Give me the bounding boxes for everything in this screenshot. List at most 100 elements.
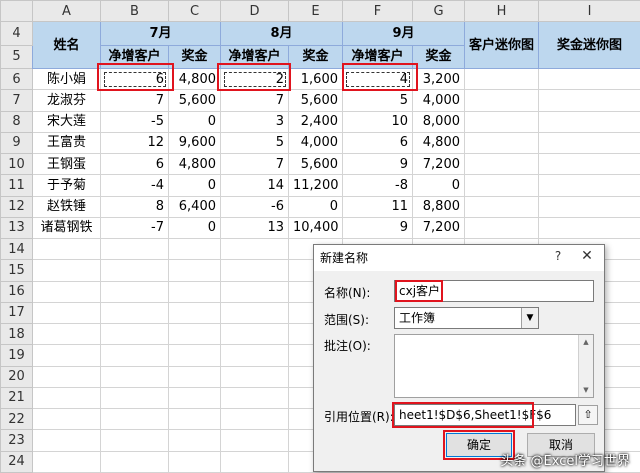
sparkline-cell[interactable] [538,216,640,240]
value-cell[interactable]: -4 [100,174,169,197]
value-cell[interactable]: -5 [100,110,169,133]
row-header[interactable]: 20 [0,365,33,388]
month-header[interactable]: 9月 [342,21,465,46]
value-cell[interactable]: 6 [100,67,169,91]
scope-select[interactable]: 工作簿 ▼ [394,307,539,329]
value-cell[interactable]: 7,200 [412,152,465,176]
value-cell[interactable]: 8 [100,195,169,218]
employee-name-cell[interactable]: 龙淑芬 [32,89,101,112]
value-cell[interactable]: 8,000 [412,110,465,133]
empty-cell[interactable] [220,344,289,367]
bonus-header[interactable]: 奖金 [288,44,343,70]
net-customer-header[interactable]: 净增客户 [220,44,289,70]
month-header[interactable]: 7月 [100,21,221,46]
row-header[interactable]: 6 [0,67,33,91]
value-cell[interactable]: 0 [168,174,221,197]
name-input[interactable]: cxj客户 [394,280,594,302]
value-cell[interactable]: 7 [100,89,169,112]
sparkline-cell[interactable] [538,67,640,91]
value-cell[interactable]: 0 [288,195,343,218]
row-header[interactable]: 24 [0,450,33,473]
chevron-down-icon[interactable]: ▼ [521,308,538,328]
sparkline-cell[interactable] [538,110,640,133]
row-header[interactable]: 16 [0,280,33,303]
row-header[interactable]: 8 [0,110,33,133]
row-header[interactable]: 14 [0,237,33,261]
row-header[interactable]: 15 [0,259,33,282]
empty-cell[interactable] [168,407,221,431]
empty-cell[interactable] [100,322,169,346]
empty-cell[interactable] [220,259,289,282]
month-header[interactable]: 8月 [220,21,343,46]
comment-textarea[interactable]: ▲ ▼ [394,334,594,398]
select-all-corner[interactable] [0,0,33,23]
sparkline-cell[interactable] [464,174,539,197]
empty-cell[interactable] [168,386,221,410]
column-header-A[interactable]: A [32,0,101,23]
column-header-F[interactable]: F [342,0,413,23]
value-cell[interactable]: 6,400 [168,195,221,218]
scroll-up-icon[interactable]: ▲ [579,335,593,349]
empty-cell[interactable] [220,450,289,473]
sparkline-cell[interactable] [464,67,539,91]
column-header-H[interactable]: H [464,0,539,23]
value-cell[interactable]: 7,200 [412,216,465,240]
row-header[interactable]: 19 [0,344,33,367]
value-cell[interactable]: 4,800 [168,67,221,91]
value-cell[interactable]: 11,200 [288,174,343,197]
value-cell[interactable]: 5,600 [168,89,221,112]
empty-cell[interactable] [100,365,169,388]
sparkline-bonus-header[interactable]: 奖金迷你图 [538,21,640,69]
empty-cell[interactable] [168,259,221,282]
value-cell[interactable]: 0 [412,174,465,197]
row-header[interactable]: 5 [0,44,33,70]
value-cell[interactable]: 8,800 [412,195,465,218]
empty-cell[interactable] [168,322,221,346]
value-cell[interactable]: 4 [342,67,413,91]
name-header[interactable]: 姓名 [32,21,101,69]
column-header-D[interactable]: D [220,0,289,23]
sparkline-cell[interactable] [464,216,539,240]
value-cell[interactable]: 3,200 [412,67,465,91]
comment-scrollbar[interactable]: ▲ ▼ [578,335,593,397]
value-cell[interactable]: 7 [220,89,289,112]
empty-cell[interactable] [220,429,289,452]
value-cell[interactable]: 9,600 [168,131,221,155]
empty-cell[interactable] [168,429,221,452]
empty-cell[interactable] [32,450,101,473]
value-cell[interactable]: 7 [220,152,289,176]
value-cell[interactable]: 13 [220,216,289,240]
row-header[interactable]: 22 [0,407,33,431]
row-header[interactable]: 11 [0,174,33,197]
row-header[interactable]: 4 [0,21,33,46]
empty-cell[interactable] [32,429,101,452]
row-header[interactable]: 9 [0,131,33,155]
empty-cell[interactable] [32,386,101,410]
employee-name-cell[interactable]: 赵铁锤 [32,195,101,218]
sparkline-cell[interactable] [464,131,539,155]
sparkline-cell[interactable] [464,152,539,176]
empty-cell[interactable] [220,237,289,261]
employee-name-cell[interactable]: 王富贵 [32,131,101,155]
value-cell[interactable]: 4,800 [168,152,221,176]
sparkline-cell[interactable] [538,195,640,218]
value-cell[interactable]: 9 [342,216,413,240]
empty-cell[interactable] [220,322,289,346]
value-cell[interactable]: 12 [100,131,169,155]
empty-cell[interactable] [32,365,101,388]
sparkline-cell[interactable] [538,174,640,197]
empty-cell[interactable] [168,237,221,261]
column-header-G[interactable]: G [412,0,465,23]
empty-cell[interactable] [100,429,169,452]
empty-cell[interactable] [32,237,101,261]
column-header-C[interactable]: C [168,0,221,23]
value-cell[interactable]: 2,400 [288,110,343,133]
close-icon[interactable]: ✕ [578,248,596,264]
value-cell[interactable]: 4,000 [288,131,343,155]
sparkline-customer-header[interactable]: 客户迷你图 [464,21,539,69]
empty-cell[interactable] [168,280,221,303]
value-cell[interactable]: 1,600 [288,67,343,91]
empty-cell[interactable] [220,386,289,410]
row-header[interactable]: 7 [0,89,33,112]
row-header[interactable]: 10 [0,152,33,176]
